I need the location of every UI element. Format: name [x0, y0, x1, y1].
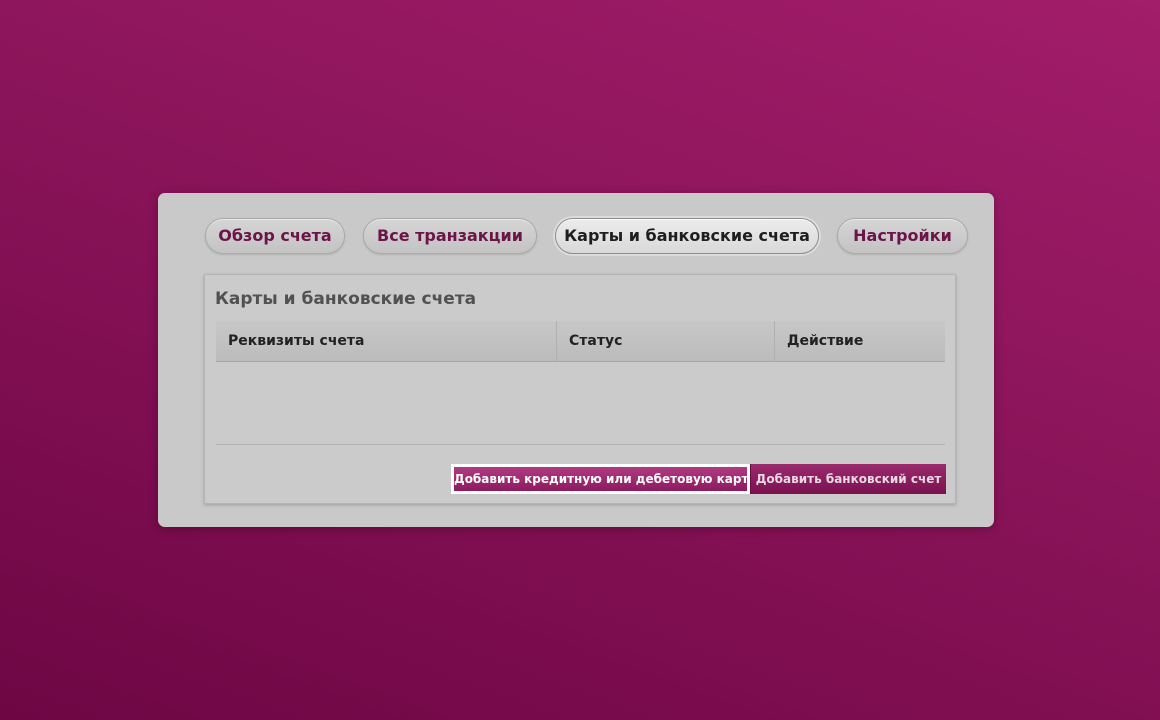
column-action: Действие	[787, 333, 864, 349]
add-bank-account-button[interactable]: Добавить банковский счет	[750, 464, 946, 494]
section-title: Карты и банковские счета	[215, 289, 477, 309]
tab-cards-and-bank-accounts[interactable]: Карты и банковские счета	[555, 218, 819, 254]
tab-account-overview[interactable]: Обзор счета	[205, 218, 345, 254]
tab-settings[interactable]: Настройки	[837, 218, 968, 254]
account-panel: Обзор счета Все транзакции Карты и банко…	[158, 193, 994, 527]
tab-bar: Обзор счета Все транзакции Карты и банко…	[158, 193, 994, 273]
add-card-button[interactable]: Добавить кредитную или дебетовую карту	[451, 464, 756, 494]
column-status: Статус	[557, 321, 775, 361]
table-header: Реквизиты счета Статус Действие	[216, 321, 945, 362]
table-body-empty	[216, 362, 945, 445]
cards-section: Карты и банковские счета Реквизиты счета…	[204, 274, 956, 504]
column-account-details: Реквизиты счета	[216, 321, 557, 361]
tab-all-transactions[interactable]: Все транзакции	[363, 218, 537, 254]
